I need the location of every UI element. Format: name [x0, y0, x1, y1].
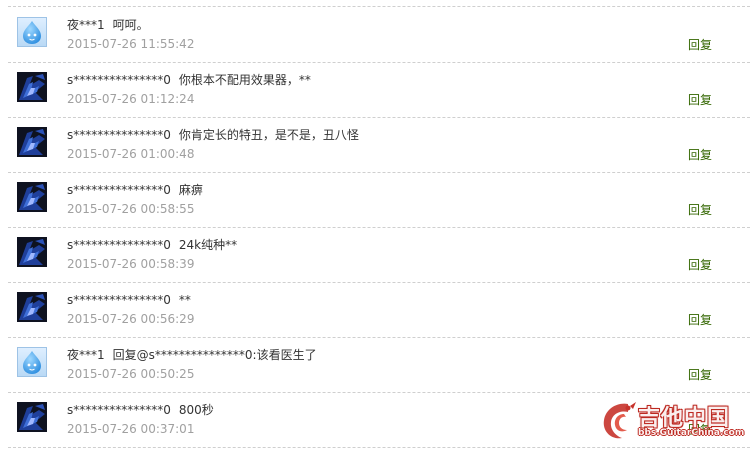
dark-blue-avatar-icon[interactable] [17, 292, 47, 322]
comment-item: s***************0 你肯定长的特丑，是不是，丑八怪 2015-07-… [0, 117, 753, 173]
comment-timestamp: 2015-07-26 00:56:29 [67, 312, 195, 326]
comment-header: s***************0 你根本不配用效果器，** [67, 73, 311, 87]
comment-username[interactable]: s***************0 [67, 73, 171, 87]
dark-blue-avatar-icon[interactable] [17, 72, 47, 102]
comment-username[interactable]: s***************0 [67, 403, 171, 417]
water-drop-avatar-icon[interactable] [17, 347, 47, 377]
comment-username[interactable]: s***************0 [67, 183, 171, 197]
reply-link[interactable]: 回复 [688, 148, 712, 162]
dark-blue-avatar-icon[interactable] [17, 402, 47, 432]
comment-item: s***************0 你根本不配用效果器，** 2015-07-26 … [0, 62, 753, 118]
comment-text: 回复@s***************0:该看医生了 [112, 348, 317, 362]
comment-header: s***************0 800秒 [67, 403, 214, 417]
watermark-site-url: bbs.GuitarChina.com [638, 428, 745, 438]
comment-timestamp: 2015-07-26 00:58:39 [67, 257, 195, 271]
comment-header: s***************0 麻痹 [67, 183, 203, 197]
comment-text: 呵呵。 [112, 18, 149, 32]
comment-timestamp: 2015-07-26 00:58:55 [67, 202, 195, 216]
comment-text: 800秒 [178, 403, 214, 417]
comment-text: ** [178, 293, 191, 307]
reply-link[interactable]: 回复 [688, 313, 712, 327]
reply-link[interactable]: 回复 [688, 368, 712, 382]
comment-text: 你根本不配用效果器，** [178, 73, 311, 87]
comment-text: 麻痹 [178, 183, 203, 197]
comment-header: 夜***1 呵呵。 [67, 18, 149, 32]
comment-text: 24k纯种** [178, 238, 238, 252]
comment-header: s***************0 你肯定长的特丑，是不是，丑八怪 [67, 128, 359, 142]
divider [8, 447, 750, 448]
comment-timestamp: 2015-07-26 00:50:25 [67, 367, 195, 381]
comment-text: 你肯定长的特丑，是不是，丑八怪 [178, 128, 359, 142]
comment-timestamp: 2015-07-26 11:55:42 [67, 37, 195, 51]
comment-header: s***************0 24k纯种** [67, 238, 237, 252]
comment-username[interactable]: 夜***1 [67, 348, 105, 362]
comment-header: s***************0 ** [67, 293, 191, 307]
reply-link[interactable]: 回复 [688, 203, 712, 217]
comment-timestamp: 2015-07-26 00:37:01 [67, 422, 195, 436]
comment-item: s***************0 ** 2015-07-26 00:56:29 回复 [0, 282, 753, 338]
dark-blue-avatar-icon[interactable] [17, 182, 47, 212]
comment-item: s***************0 麻痹 2015-07-26 00:58:55 回复 [0, 172, 753, 228]
comment-item: s***************0 24k纯种** 2015-07-26 00:58… [0, 227, 753, 283]
comment-item: 夜***1 呵呵。 2015-07-26 11:55:42 回复 [0, 7, 753, 63]
comment-username[interactable]: s***************0 [67, 128, 171, 142]
reply-link[interactable]: 回复 [688, 258, 712, 272]
dark-blue-avatar-icon[interactable] [17, 127, 47, 157]
dark-blue-avatar-icon[interactable] [17, 237, 47, 267]
reply-link[interactable]: 回复 [688, 38, 712, 52]
site-watermark: 吉他中国 bbs.GuitarChina.com [598, 398, 750, 444]
comment-timestamp: 2015-07-26 01:12:24 [67, 92, 195, 106]
comment-username[interactable]: 夜***1 [67, 18, 105, 32]
comment-header: 夜***1 回复@s***************0:该看医生了 [67, 348, 317, 362]
comment-username[interactable]: s***************0 [67, 293, 171, 307]
water-drop-avatar-icon[interactable] [17, 17, 47, 47]
reply-link[interactable]: 回复 [688, 93, 712, 107]
comment-timestamp: 2015-07-26 01:00:48 [67, 147, 195, 161]
comment-username[interactable]: s***************0 [67, 238, 171, 252]
comment-item: 夜***1 回复@s***************0:该看医生了 2015-07-2… [0, 337, 753, 393]
guitar-dragon-logo-icon [603, 402, 636, 439]
